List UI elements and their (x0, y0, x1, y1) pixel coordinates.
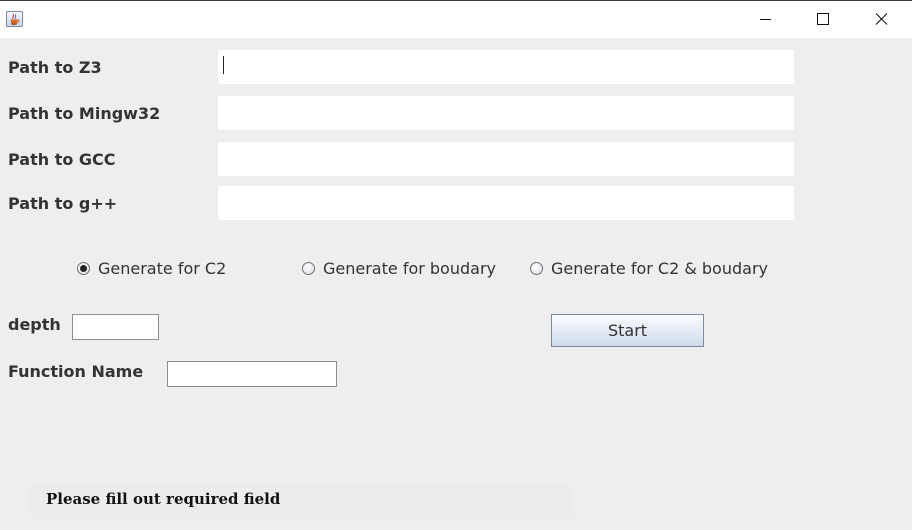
radio-button[interactable] (530, 261, 543, 275)
status-message: Please fill out required field (46, 490, 281, 508)
radio-button[interactable] (77, 261, 90, 275)
close-button[interactable] (854, 1, 912, 38)
gpp-path-label: Path to g++ (8, 194, 118, 213)
minimize-icon (760, 19, 771, 20)
radio-button[interactable] (302, 261, 315, 275)
radio-generate-boundary[interactable]: Generate for boudary (302, 258, 496, 278)
function-name-input[interactable] (167, 361, 337, 387)
minimize-button[interactable] (738, 1, 796, 38)
mingw32-path-input[interactable] (218, 96, 794, 130)
title-bar (0, 0, 912, 38)
radio-label: Generate for C2 (98, 258, 227, 278)
java-coffee-cup-icon[interactable] (6, 11, 23, 27)
close-icon (875, 13, 888, 25)
gpp-path-input[interactable] (218, 186, 794, 220)
function-name-label: Function Name (8, 362, 144, 381)
start-button[interactable]: Start (551, 314, 704, 347)
mingw32-path-label: Path to Mingw32 (8, 104, 161, 123)
text-caret (223, 56, 224, 74)
gcc-path-input[interactable] (218, 142, 794, 176)
radio-label: Generate for boudary (323, 258, 496, 278)
maximize-button[interactable] (796, 1, 854, 38)
radio-generate-c2[interactable]: Generate for C2 (77, 258, 226, 278)
radio-generate-c2-and-boundary[interactable]: Generate for C2 & boudary (530, 258, 768, 278)
depth-label: depth (8, 315, 61, 334)
gcc-path-label: Path to GCC (8, 150, 116, 169)
z3-path-input[interactable] (218, 50, 794, 84)
z3-path-label: Path to Z3 (8, 58, 102, 77)
radio-label: Generate for C2 & boudary (551, 258, 768, 278)
maximize-icon (817, 13, 829, 25)
depth-input[interactable] (72, 314, 159, 340)
